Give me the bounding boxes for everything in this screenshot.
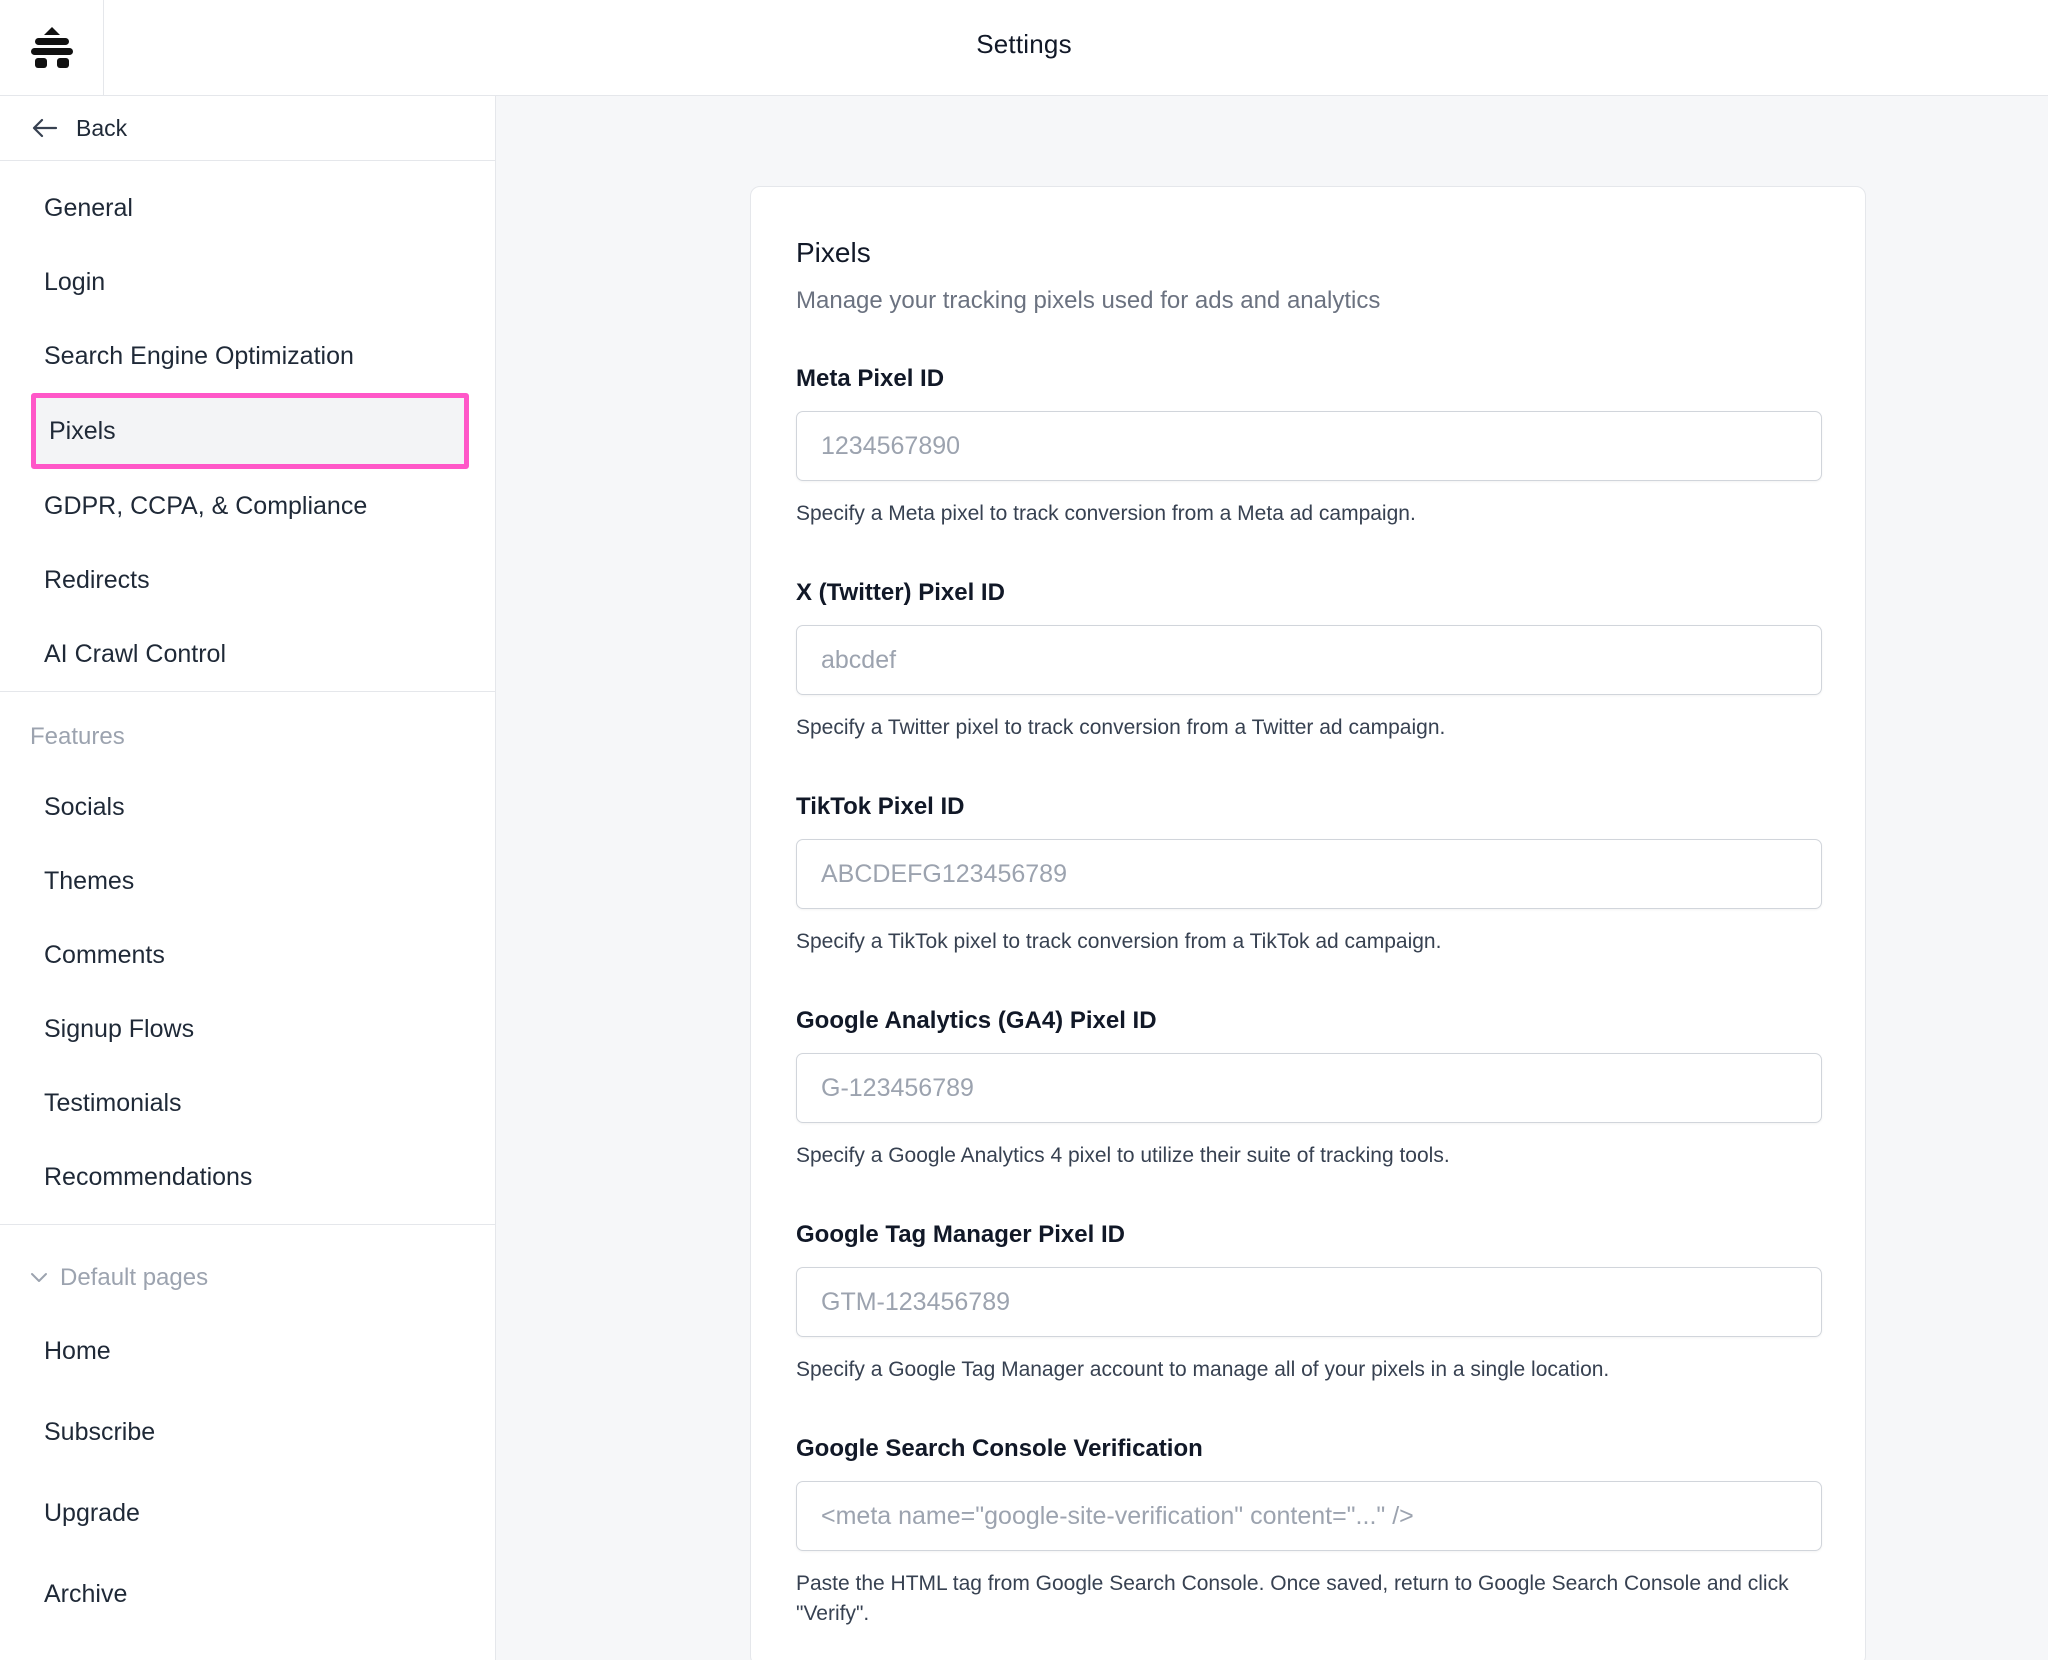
back-label: Back <box>76 114 128 141</box>
ga4-pixel-input[interactable] <box>796 1053 1822 1123</box>
sidebar-item-socials[interactable]: Socials <box>0 770 495 844</box>
sidebar-item-ai-crawl-control[interactable]: AI Crawl Control <box>0 617 495 691</box>
tiktok-pixel-field: TikTok Pixel ID Specify a TikTok pixel t… <box>796 793 1822 957</box>
search-console-field: Google Search Console Verification Paste… <box>796 1435 1822 1629</box>
sidebar-item-recommendations[interactable]: Recommendations <box>0 1140 495 1214</box>
field-label: Google Search Console Verification <box>796 1435 1203 1462</box>
gtm-pixel-input[interactable] <box>796 1267 1822 1337</box>
sidebar-item-themes[interactable]: Themes <box>0 844 495 918</box>
meta-pixel-input[interactable] <box>796 411 1822 481</box>
field-label: X (Twitter) Pixel ID <box>796 579 1005 606</box>
sidebar-item-home[interactable]: Home <box>0 1311 495 1392</box>
meta-pixel-field: Meta Pixel ID Specify a Meta pixel to tr… <box>796 365 1822 529</box>
card-title: Pixels <box>796 237 871 268</box>
field-help: Specify a TikTok pixel to track conversi… <box>796 930 1442 953</box>
field-help: Specify a Google Tag Manager account to … <box>796 1358 1610 1381</box>
field-help: Paste the HTML tag from Google Search Co… <box>796 1572 1789 1625</box>
sidebar-item-redirects[interactable]: Redirects <box>0 543 495 617</box>
sidebar-item-compliance[interactable]: GDPR, CCPA, & Compliance <box>0 469 495 543</box>
field-help: Specify a Meta pixel to track conversion… <box>796 502 1416 525</box>
pixels-settings-card: Pixels Manage your tracking pixels used … <box>750 186 1866 1660</box>
field-help: Specify a Google Analytics 4 pixel to ut… <box>796 1144 1450 1167</box>
arrow-left-icon <box>32 118 58 138</box>
default-pages-heading: Default pages <box>60 1264 209 1291</box>
twitter-pixel-field: X (Twitter) Pixel ID Specify a Twitter p… <box>796 579 1822 743</box>
sidebar-item-login[interactable]: Login <box>0 245 495 319</box>
sidebar-item-archive[interactable]: Archive <box>0 1554 495 1635</box>
twitter-pixel-input[interactable] <box>796 625 1822 695</box>
main-nav-group: General Login Search Engine Optimization… <box>0 161 495 692</box>
gtm-pixel-field: Google Tag Manager Pixel ID Specify a Go… <box>796 1221 1822 1385</box>
sidebar-item-seo[interactable]: Search Engine Optimization <box>0 319 495 393</box>
settings-sidebar: Back General Login Search Engine Optimiz… <box>0 96 496 1660</box>
field-label: Meta Pixel ID <box>796 365 945 392</box>
sidebar-item-testimonials[interactable]: Testimonials <box>0 1066 495 1140</box>
sidebar-item-upgrade[interactable]: Upgrade <box>0 1473 495 1554</box>
field-label: Google Analytics (GA4) Pixel ID <box>796 1007 1157 1034</box>
chevron-down-icon <box>31 1273 47 1282</box>
sidebar-item-comments[interactable]: Comments <box>0 918 495 992</box>
default-pages-nav-group: Default pages Home Subscribe Upgrade Arc… <box>0 1225 495 1635</box>
features-nav-group: Features Socials Themes Comments Signup … <box>0 692 495 1225</box>
page-title: Settings <box>976 28 1072 59</box>
sidebar-item-general[interactable]: General <box>0 171 495 245</box>
tiktok-pixel-input[interactable] <box>796 839 1822 909</box>
field-help: Specify a Twitter pixel to track convers… <box>796 716 1446 739</box>
features-heading: Features <box>30 723 125 750</box>
sidebar-item-signup-flows[interactable]: Signup Flows <box>0 992 495 1066</box>
top-header: Settings <box>0 0 2048 96</box>
default-pages-toggle[interactable]: Default pages <box>0 1245 495 1311</box>
field-label: TikTok Pixel ID <box>796 793 965 820</box>
back-button[interactable]: Back <box>0 96 495 161</box>
sidebar-item-subscribe[interactable]: Subscribe <box>0 1392 495 1473</box>
card-subtitle: Manage your tracking pixels used for ads… <box>796 287 1381 314</box>
search-console-verification-input[interactable] <box>796 1481 1822 1551</box>
ga4-pixel-field: Google Analytics (GA4) Pixel ID Specify … <box>796 1007 1822 1171</box>
sidebar-item-pixels[interactable]: Pixels <box>31 393 469 469</box>
field-label: Google Tag Manager Pixel ID <box>796 1221 1125 1248</box>
